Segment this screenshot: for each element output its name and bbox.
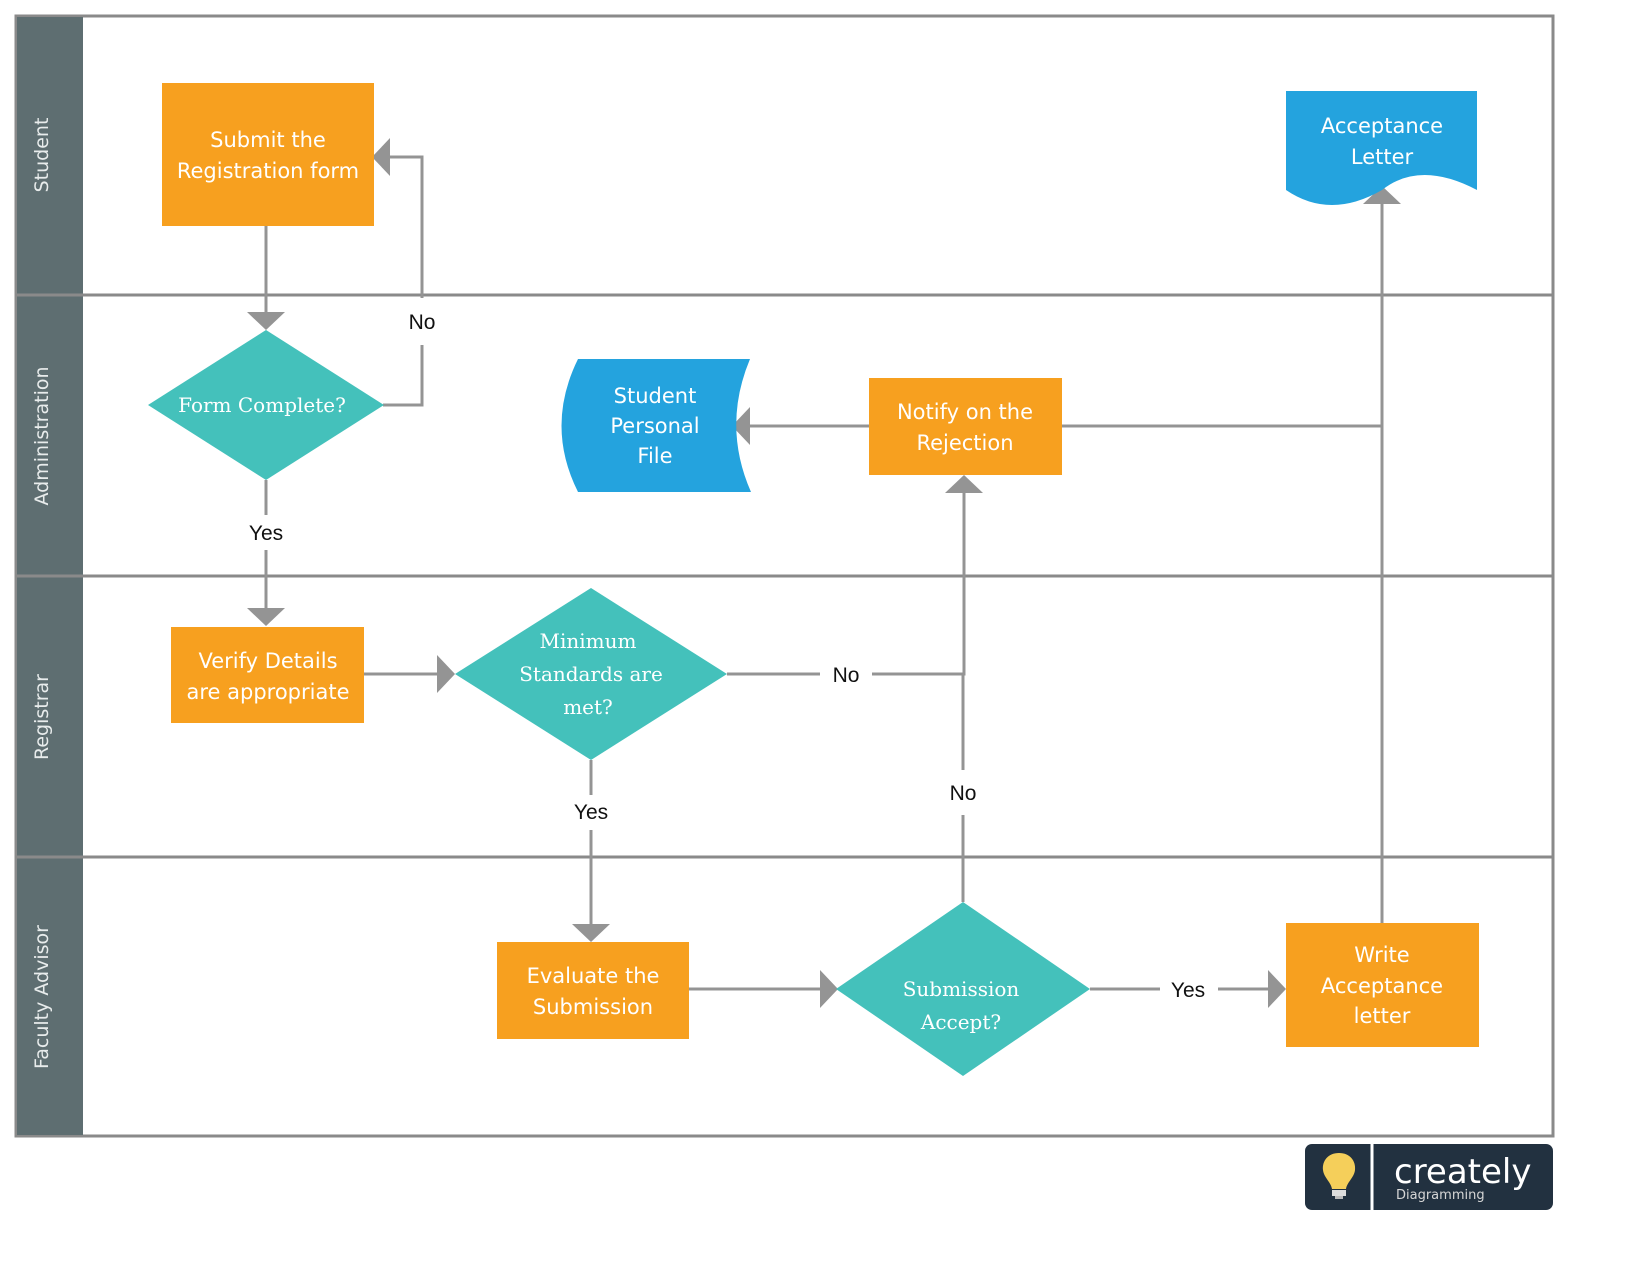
edge-label-standards-no: No [833,664,860,687]
creately-logo: creately Diagramming [1305,1144,1553,1210]
lane-label-registrar: Registrar [31,674,53,760]
node-write-acceptance-letter[interactable]: Write Acceptance letter [1286,923,1479,1047]
swimlane-diagram: Student Administration Registrar Faculty… [14,14,1555,1210]
logo-tagline: Diagramming [1396,1188,1485,1203]
lane-label-student: Student [31,118,53,193]
edge-label-accept-yes: Yes [1171,979,1205,1002]
edge-label-standards-yes: Yes [574,801,608,824]
node-submit-registration-form[interactable]: Submit the Registration form [162,83,374,226]
node-student-personal-file[interactable]: Student Personal File [561,359,752,492]
edge-label-form-yes: Yes [249,522,283,545]
edge-label-accept-no: No [950,782,977,805]
node-evaluate-submission[interactable]: Evaluate the Submission [497,942,689,1039]
node-verify-details[interactable]: Verify Details are appropriate [171,627,364,723]
logo-brand: creately [1394,1152,1532,1192]
lane-label-administration: Administration [31,366,53,505]
node-notify-rejection[interactable]: Notify on the Rejection [869,378,1062,475]
svg-text:Form Complete?: Form Complete? [178,393,346,417]
edge-label-form-no: No [409,311,436,334]
lane-label-faculty-advisor: Faculty Advisor [31,925,53,1069]
